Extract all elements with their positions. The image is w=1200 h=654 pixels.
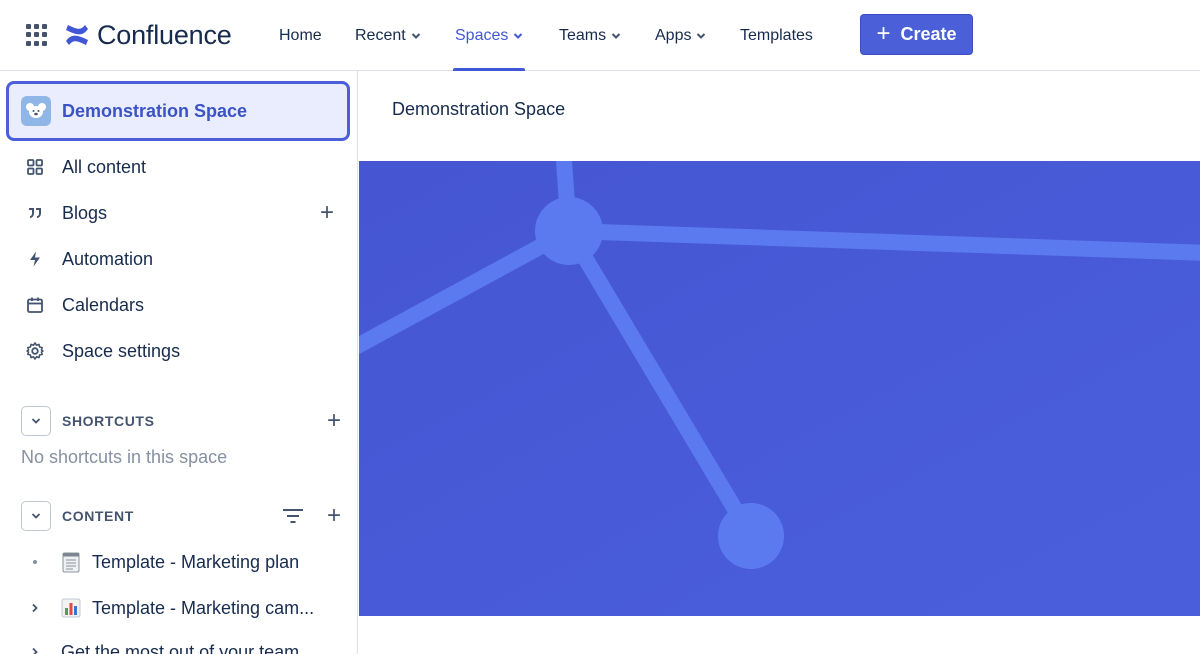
sidebar-item-label: Automation: [62, 248, 154, 269]
sidebar-item-label: All content: [62, 156, 147, 177]
tree-item[interactable]: Get the most out of your team...: [22, 637, 342, 654]
nav-home-label: Home: [279, 26, 322, 44]
app-switcher-icon[interactable]: [26, 24, 48, 46]
filter-icon[interactable]: [281, 507, 305, 525]
nav-templates[interactable]: Templates: [740, 0, 813, 71]
space-name: Demonstration Space: [62, 100, 248, 121]
sidebar-item-label: Blogs: [62, 202, 108, 223]
add-shortcut-icon[interactable]: +: [327, 409, 341, 433]
koala-icon: [26, 103, 46, 118]
app-name: Confluence: [97, 19, 232, 50]
nav-templates-label: Templates: [740, 26, 813, 44]
nav-apps-label: Apps: [655, 26, 692, 44]
confluence-logo[interactable]: Confluence: [64, 17, 232, 53]
chevron-down-icon: [31, 513, 41, 519]
nav-spaces[interactable]: Spaces: [452, 0, 526, 71]
sidebar-item-space-settings[interactable]: Space settings: [22, 336, 342, 366]
plus-icon: +: [876, 19, 891, 47]
collapse-content-button[interactable]: [21, 501, 51, 531]
space-banner-image: [359, 161, 1200, 616]
tree-item-label: Get the most out of your team...: [61, 641, 315, 654]
nav-home[interactable]: Home: [279, 0, 322, 71]
nav-teams[interactable]: Teams: [559, 0, 621, 71]
grid-icon: [22, 154, 48, 180]
sidebar-item-blogs[interactable]: Blogs +: [22, 198, 342, 228]
shortcuts-empty-note: No shortcuts in this space: [21, 447, 228, 467]
add-blog-icon[interactable]: +: [320, 201, 334, 225]
sidebar-item-label: Space settings: [62, 340, 181, 361]
chevron-down-icon: [411, 32, 420, 39]
lightning-icon: [22, 246, 48, 272]
shortcuts-section-header: SHORTCUTS +: [21, 406, 341, 436]
bar-chart-emoji-icon: [60, 597, 82, 619]
chevron-down-icon: [514, 32, 523, 39]
nav-apps[interactable]: Apps: [655, 0, 706, 71]
sidebar-item-label: Calendars: [62, 294, 145, 315]
chevron-down-icon: [31, 418, 41, 424]
create-button[interactable]: + Create: [860, 14, 973, 55]
notepad-emoji-icon: [60, 551, 82, 573]
nav-recent-label: Recent: [355, 26, 406, 44]
content-title: CONTENT: [62, 508, 134, 524]
main-content: Demonstration Space: [359, 71, 1200, 654]
sidebar-item-automation[interactable]: Automation: [22, 244, 342, 274]
chevron-down-icon: [697, 32, 706, 39]
chevron-down-icon: [611, 32, 621, 39]
content-section-header: CONTENT +: [21, 501, 341, 531]
breadcrumb[interactable]: Demonstration Space: [392, 99, 565, 120]
tree-item-label: Template - Marketing cam...: [92, 597, 315, 618]
sidebar-item-all-content[interactable]: All content: [22, 152, 342, 182]
tree-item-label: Template - Marketing plan: [92, 551, 300, 572]
shortcuts-title: SHORTCUTS: [62, 413, 155, 429]
nav-recent[interactable]: Recent: [355, 0, 421, 71]
space-header[interactable]: Demonstration Space: [6, 81, 350, 141]
sidebar-item-calendars[interactable]: Calendars: [22, 290, 342, 320]
top-navigation-bar: Confluence Home Recent Spaces Teams Apps…: [0, 0, 1200, 71]
network-graphic: [359, 161, 1200, 616]
space-sidebar: Demonstration Space All content Blogs + …: [0, 71, 358, 654]
confluence-mark-icon: [66, 25, 88, 45]
add-content-icon[interactable]: +: [327, 504, 341, 528]
nav-spaces-label: Spaces: [455, 26, 509, 44]
tree-item[interactable]: Template - Marketing cam...: [22, 593, 342, 623]
chevron-right-icon[interactable]: [22, 602, 48, 614]
space-avatar: [21, 96, 51, 126]
calendar-icon: [22, 292, 48, 318]
create-button-label: Create: [900, 24, 957, 44]
nav-teams-label: Teams: [559, 26, 607, 44]
gear-icon: [22, 338, 48, 364]
bullet-icon: [22, 558, 48, 566]
collapse-shortcuts-button[interactable]: [21, 406, 51, 436]
tree-item[interactable]: Template - Marketing plan: [22, 547, 342, 577]
quote-icon: [22, 200, 48, 226]
chevron-right-icon[interactable]: [22, 646, 48, 654]
